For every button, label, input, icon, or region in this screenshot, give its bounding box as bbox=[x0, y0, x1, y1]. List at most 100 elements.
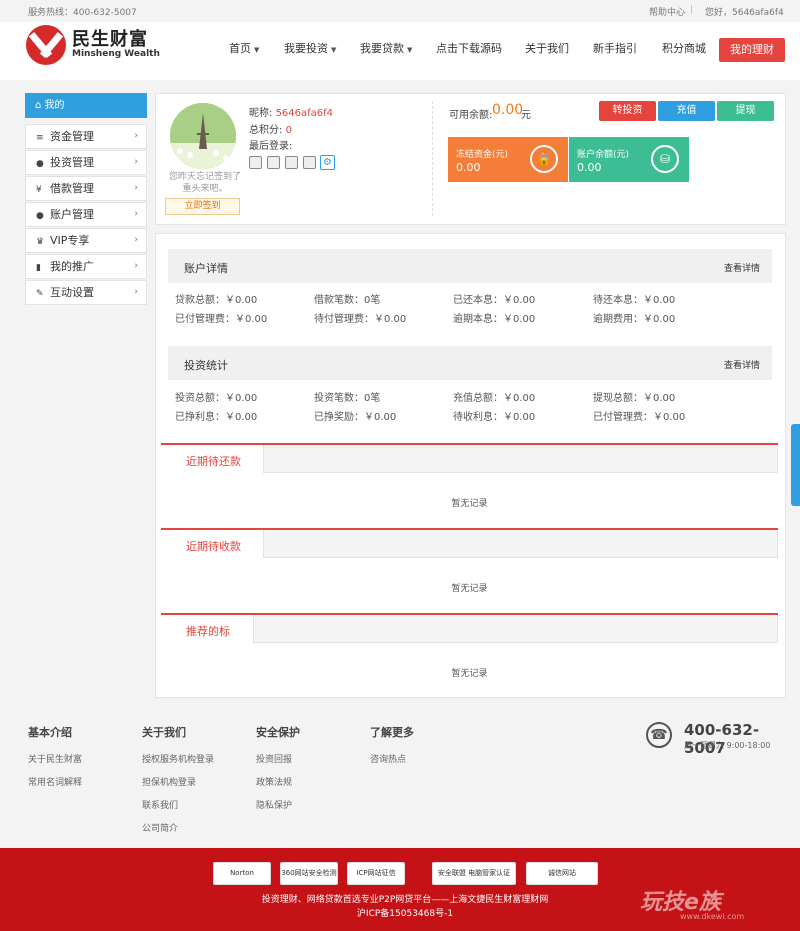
sidebar-item-loan[interactable]: ¥ 借款管理 › bbox=[25, 176, 147, 201]
logo-icon[interactable] bbox=[26, 25, 66, 65]
norton-badge[interactable]: Norton SECURED bbox=[213, 862, 271, 885]
tab-recommended-label[interactable]: 推荐的标 bbox=[186, 623, 230, 639]
divider bbox=[432, 101, 433, 216]
nav-download[interactable]: 点击下载源码 bbox=[436, 40, 502, 56]
edit-icon: ✎ bbox=[36, 289, 44, 299]
stat-cell: 投资总额：￥0.00 bbox=[175, 393, 258, 404]
chevron-down-icon: ▼ bbox=[331, 46, 337, 54]
stat-cell: 待付管理费：￥0.00 bbox=[314, 314, 407, 325]
stat-cell: 逾期费用：￥0.00 bbox=[593, 314, 676, 325]
credible-site-badge[interactable]: 诚信网站 bbox=[526, 862, 598, 885]
nav-guide[interactable]: 新手指引 bbox=[593, 40, 637, 56]
footer-heading: 关于我们 bbox=[142, 726, 186, 739]
header: 民生财富 Minsheng Wealth 首页 ▼ 我要投资 ▼ 我要贷款 ▼ 点击下… bbox=[0, 22, 800, 80]
gear-icon[interactable]: ⚙ bbox=[320, 155, 335, 170]
tab-repayments: 近期待还款 bbox=[161, 443, 778, 473]
my-finance-button[interactable]: 我的理财 bbox=[719, 38, 785, 62]
user-icon: ● bbox=[36, 211, 44, 221]
360-badge[interactable]: 360网站安全检测 bbox=[280, 862, 338, 885]
footer-link[interactable]: 隐私保护 bbox=[256, 798, 292, 811]
chevron-down-icon: ▼ bbox=[254, 46, 260, 54]
footer-heading: 了解更多 bbox=[370, 726, 414, 739]
footer-link[interactable]: 关于民生财富 bbox=[28, 752, 82, 765]
chart-icon: ▮ bbox=[36, 263, 41, 273]
chevron-right-icon: › bbox=[134, 261, 138, 271]
balance-value: 0.00 bbox=[492, 102, 524, 118]
account-details-bar: 账户详情 查看详情 bbox=[168, 249, 772, 283]
logo-subtitle[interactable]: Minsheng Wealth bbox=[72, 49, 160, 59]
chevron-right-icon: › bbox=[134, 209, 138, 219]
balance-unit: 元 bbox=[521, 110, 531, 121]
recharge-button[interactable]: 充值 bbox=[658, 101, 715, 121]
stat-cell: 逾期本息：￥0.00 bbox=[453, 314, 536, 325]
empty-state: 暂无记录 bbox=[451, 669, 488, 679]
withdraw-button[interactable]: 提现 bbox=[717, 101, 774, 121]
service-phone: 400-632-5007 bbox=[684, 721, 760, 757]
security-alliance-badge[interactable]: 安全联盟 电脑管家认证 bbox=[432, 862, 516, 885]
sidebar-item-invest[interactable]: ● 投资管理 › bbox=[25, 150, 147, 175]
footer-link[interactable]: 投资回报 bbox=[256, 752, 292, 765]
frozen-funds-value: 0.00 bbox=[456, 161, 481, 174]
nav-loan[interactable]: 我要贷款 ▼ bbox=[360, 40, 412, 56]
footer-link[interactable]: 政策法规 bbox=[256, 775, 292, 788]
hotline-text: 服务热线：400-632-5007 bbox=[28, 8, 137, 18]
reinvest-button[interactable]: 转投资 bbox=[599, 101, 656, 121]
icp-badge[interactable]: ICP网站征信 bbox=[347, 862, 405, 885]
stat-cell: 投资笔数：0笔 bbox=[314, 393, 381, 404]
sign-in-tip: 您昨天忘记签到了 重头来吧。 bbox=[168, 172, 241, 194]
stat-cell: 提现总额：￥0.00 bbox=[593, 393, 676, 404]
logo-title[interactable]: 民生财富 bbox=[72, 25, 148, 51]
nav-mall[interactable]: 积分商城 bbox=[662, 40, 706, 56]
nickname-row: 昵称: 5646afa6f4 bbox=[249, 108, 334, 119]
stat-cell: 待收利息：￥0.00 bbox=[453, 412, 536, 423]
footer-link[interactable]: 授权服务机构登录 bbox=[142, 752, 214, 765]
phone-icon[interactable] bbox=[267, 156, 280, 169]
stat-cell: 已还本息：￥0.00 bbox=[453, 295, 536, 306]
footer-heading: 基本介绍 bbox=[28, 726, 72, 739]
footer-link[interactable]: 常用名词解释 bbox=[28, 775, 82, 788]
last-login-label: 最后登录: bbox=[249, 141, 293, 152]
footer-link[interactable]: 联系我们 bbox=[142, 798, 178, 811]
crown-icon: ♛ bbox=[36, 237, 45, 247]
floating-service-tab[interactable] bbox=[791, 424, 800, 506]
points-row: 总积分: 0 bbox=[249, 125, 292, 136]
id-card-icon[interactable] bbox=[249, 156, 262, 169]
sidebar-item-funds[interactable]: ≡ 资金管理 › bbox=[25, 124, 147, 149]
tab-repayments-label[interactable]: 近期待还款 bbox=[186, 453, 241, 469]
help-center-link[interactable]: 帮助中心 bbox=[649, 5, 685, 18]
user-greeting-link[interactable]: 您好，5646afa6f4 bbox=[705, 5, 784, 18]
stat-cell: 已付管理费：￥0.00 bbox=[593, 412, 686, 423]
nickname-value: 5646afa6f4 bbox=[275, 108, 334, 119]
lock-icon: 🔒 bbox=[530, 145, 558, 173]
bank-card-icon[interactable] bbox=[303, 156, 316, 169]
balance-label: 可用余额: bbox=[449, 110, 493, 121]
service-hours: 周一至周六 9:00-18:00 bbox=[684, 741, 771, 750]
sidebar-item-vip[interactable]: ♛ VIP专享 › bbox=[25, 228, 147, 253]
footer-heading: 安全保护 bbox=[256, 726, 300, 739]
email-icon[interactable] bbox=[285, 156, 298, 169]
chevron-down-icon: ▼ bbox=[407, 46, 413, 54]
footer-link[interactable]: 担保机构登录 bbox=[142, 775, 196, 788]
chevron-right-icon: › bbox=[134, 235, 138, 245]
nav-about[interactable]: 关于我们 bbox=[525, 40, 569, 56]
sign-in-button[interactable]: 立即签到 bbox=[165, 198, 240, 215]
avatar[interactable] bbox=[170, 103, 236, 169]
tab-receivables-label[interactable]: 近期待收款 bbox=[186, 538, 241, 554]
sidebar-header[interactable]: ⌂ 我的 bbox=[25, 93, 147, 118]
empty-state: 暂无记录 bbox=[451, 499, 488, 509]
coins-icon: ⛁ bbox=[651, 145, 679, 173]
investment-stats-bar: 投资统计 查看详情 bbox=[168, 346, 772, 380]
stat-cell: 已挣奖励：￥0.00 bbox=[314, 412, 397, 423]
sidebar-item-account[interactable]: ● 账户管理 › bbox=[25, 202, 147, 227]
stat-cell: 已挣利息：￥0.00 bbox=[175, 412, 258, 423]
footer-link[interactable]: 咨询热点 bbox=[370, 752, 406, 765]
footer-link[interactable]: 公司简介 bbox=[142, 821, 178, 834]
view-details-link[interactable]: 查看详情 bbox=[724, 261, 760, 274]
sidebar-item-promotion[interactable]: ▮ 我的推广 › bbox=[25, 254, 147, 279]
sidebar-item-interaction[interactable]: ✎ 互动设置 › bbox=[25, 280, 147, 305]
view-details-link[interactable]: 查看详情 bbox=[724, 358, 760, 371]
nav-home[interactable]: 首页 ▼ bbox=[229, 40, 259, 56]
nav-invest[interactable]: 我要投资 ▼ bbox=[284, 40, 336, 56]
frozen-funds-card: 冻结资金(元) 0.00 🔒 bbox=[448, 137, 568, 182]
watermark-url: www.dkewl.com bbox=[680, 912, 745, 921]
